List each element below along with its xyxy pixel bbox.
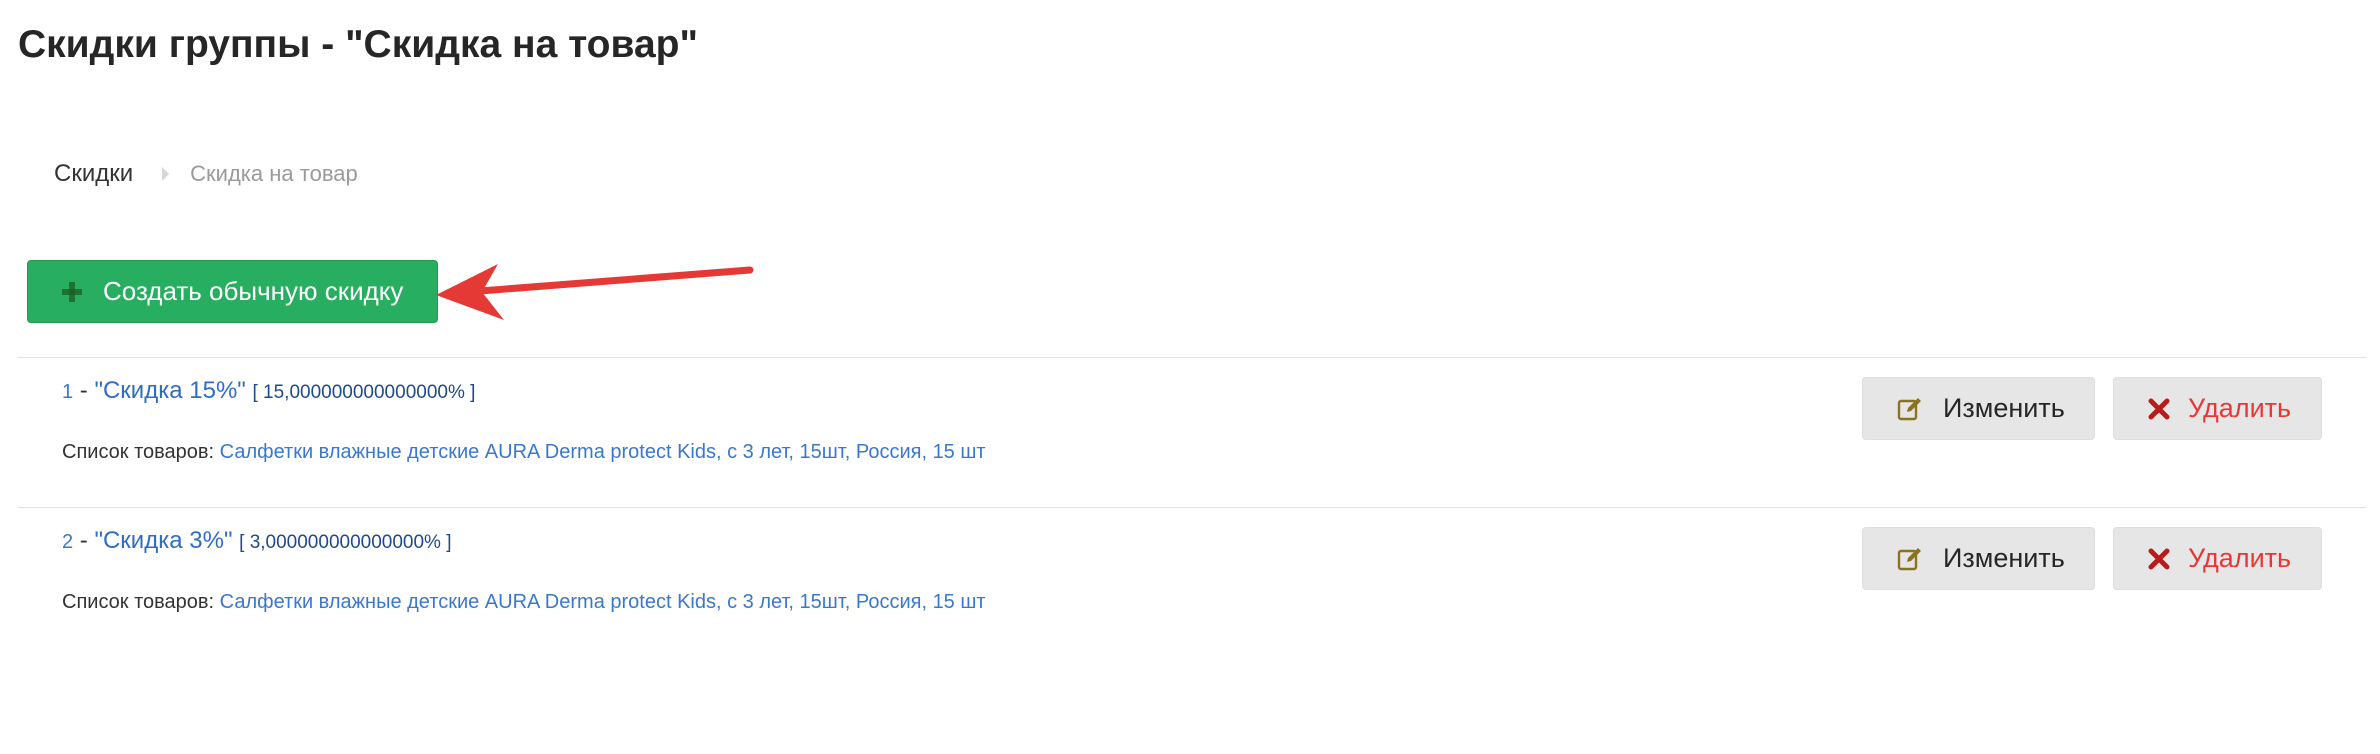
- page: Скидки группы - "Скидка на товар" Скидки…: [0, 0, 2380, 754]
- discount-number: 1: [62, 381, 74, 403]
- products-link[interactable]: Салфетки влажные детские AURA Derma prot…: [220, 441, 986, 463]
- close-icon: [2148, 398, 2170, 419]
- products-label: Список товаров:: [62, 441, 215, 463]
- edit-icon: [1897, 397, 1921, 420]
- chevron-right-icon: [162, 167, 170, 181]
- plus-icon: [62, 281, 82, 302]
- edit-label: Изменить: [1943, 393, 2065, 423]
- delete-label: Удалить: [2188, 393, 2292, 423]
- discount-separator: -: [73, 527, 95, 554]
- delete-label: Удалить: [2188, 543, 2292, 573]
- discount-products: Список товаров: Салфетки влажные детские…: [62, 441, 986, 464]
- discount-value: [ 15,000000000000000% ]: [252, 382, 476, 403]
- edit-button[interactable]: Изменить: [1862, 527, 2095, 590]
- discount-number: 2: [62, 531, 74, 553]
- discount-name-link[interactable]: "Скидка 3%": [94, 527, 232, 554]
- edit-icon: [1897, 547, 1921, 570]
- discount-row: 1 - "Скидка 15%" [ 15,000000000000000% ]…: [0, 357, 2380, 507]
- edit-button[interactable]: Изменить: [1862, 377, 2095, 440]
- create-discount-label: Создать обычную скидку: [103, 276, 404, 306]
- create-discount-button[interactable]: Создать обычную скидку: [27, 260, 438, 323]
- discount-title: 2 - "Скидка 3%" [ 3,000000000000000% ]: [62, 527, 452, 555]
- breadcrumb-link-discounts[interactable]: Скидки: [54, 160, 133, 188]
- discount-separator: -: [73, 377, 95, 404]
- products-link[interactable]: Салфетки влажные детские AURA Derma prot…: [220, 591, 986, 613]
- discount-title: 1 - "Скидка 15%" [ 15,000000000000000% ]: [62, 377, 475, 405]
- breadcrumb-current: Скидка на товар: [190, 161, 358, 186]
- discount-value: [ 3,000000000000000% ]: [239, 532, 452, 553]
- products-label: Список товаров:: [62, 591, 215, 613]
- discount-row: 2 - "Скидка 3%" [ 3,000000000000000% ] С…: [0, 507, 2380, 657]
- page-title: Скидки группы - "Скидка на товар": [18, 23, 698, 66]
- discount-products: Список товаров: Салфетки влажные детские…: [62, 591, 986, 614]
- edit-label: Изменить: [1943, 543, 2065, 573]
- delete-button[interactable]: Удалить: [2113, 527, 2322, 590]
- arrow-annotation: [436, 264, 754, 320]
- breadcrumb: Скидки Скидка на товар: [54, 156, 358, 192]
- delete-button[interactable]: Удалить: [2113, 377, 2322, 440]
- discount-name-link[interactable]: "Скидка 15%": [94, 377, 245, 404]
- close-icon: [2148, 548, 2170, 569]
